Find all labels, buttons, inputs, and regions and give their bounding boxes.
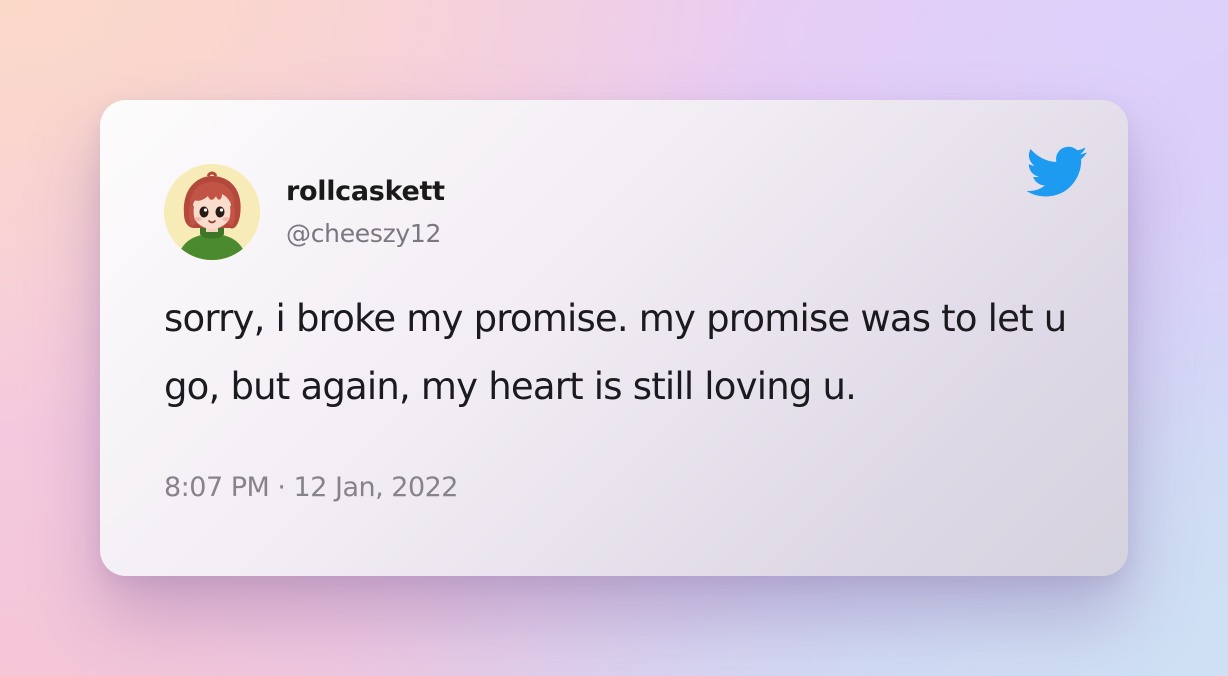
tweet-timestamp[interactable]: 8:07 PM · 12 Jan, 2022: [164, 472, 458, 503]
tweet-text: sorry, i broke my promise. my promise wa…: [164, 297, 1067, 408]
avatar[interactable]: [164, 164, 260, 260]
twitter-bird-icon: [1026, 146, 1088, 197]
display-name[interactable]: rollcaskett: [286, 176, 445, 207]
anime-girl-avatar-icon: [164, 164, 260, 260]
tweet-card: rollcaskett @cheeszy12 sorry, i broke my…: [100, 100, 1128, 576]
user-handle[interactable]: @cheeszy12: [286, 219, 441, 248]
